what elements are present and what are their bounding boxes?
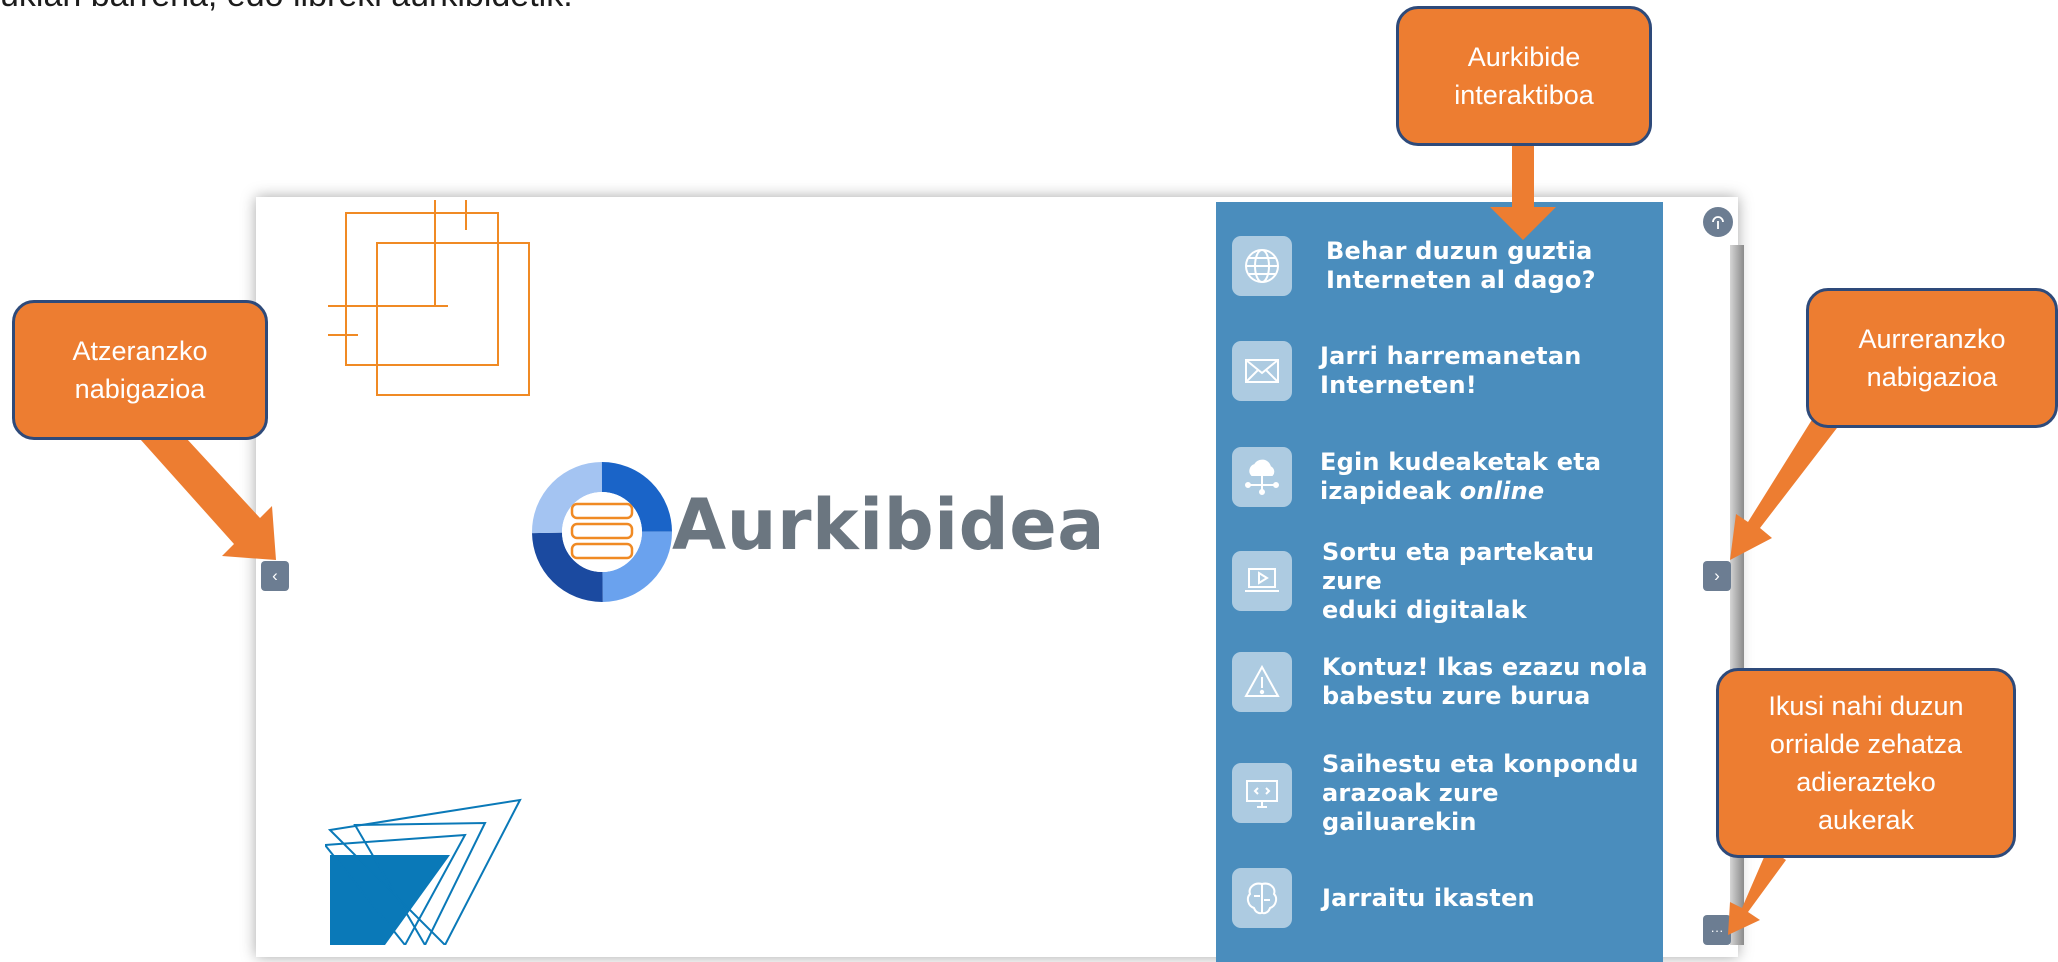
menu-item-label: Jarraitu ikasten [1322, 883, 1535, 912]
blue-triangles-decoration [325, 798, 522, 945]
menu-item-label: Saihestu eta konpondu arazoak zure gailua… [1322, 749, 1639, 836]
menu-item-security[interactable]: Kontuz! Ikas ezazu nola babestu zure buru… [1232, 647, 1652, 717]
chevron-right-icon: › [1714, 566, 1720, 585]
callout-back-navigation: Atzeranzko nabigazioa [12, 300, 268, 440]
menu-item-digital-content[interactable]: Sortu eta partekatu zure eduki digitalak [1232, 538, 1652, 624]
callout-forward-navigation: Aurreranzko nabigazioa [1806, 288, 2058, 428]
touch-icon [1712, 216, 1724, 229]
callout-page-options: Ikusi nahi duzun orrialde zehatza adierazt… [1716, 668, 2016, 858]
chevron-left-icon: ‹ [272, 566, 278, 585]
more-icon: ··· [1710, 922, 1724, 938]
globe-icon [1232, 236, 1292, 296]
callout-interactive-index: Aurkibide interaktiboa [1396, 6, 1652, 146]
next-page-button[interactable]: › [1703, 561, 1731, 591]
intro-text-fragment: ukian barrena, edo libreki aurkibidetik. [0, 0, 573, 15]
previous-page-button[interactable]: ‹ [261, 561, 289, 591]
menu-item-label: Egin kudeaketak eta izapideak online [1320, 448, 1602, 505]
menu-item-contact[interactable]: Jarri harremanetan Interneten! [1232, 336, 1652, 406]
touch-mode-button[interactable] [1703, 207, 1733, 237]
menu-item-device-problems[interactable]: Saihestu eta konpondu arazoak zure gailua… [1232, 750, 1652, 836]
envelope-icon [1232, 341, 1292, 401]
monitor-tools-icon [1232, 763, 1292, 823]
aurkibidea-logo-icon [532, 462, 672, 602]
menu-item-internet[interactable]: Behar duzun guztia Interneten al dago? [1232, 231, 1652, 301]
warning-icon [1232, 652, 1292, 712]
menu-item-online-procedures[interactable]: Egin kudeaketak eta izapideak online [1232, 442, 1652, 512]
logo-title: Aurkibidea [672, 484, 1105, 566]
menu-item-keep-learning[interactable]: Jarraitu ikasten [1232, 863, 1652, 933]
page-options-button[interactable]: ··· [1703, 915, 1731, 945]
menu-item-label: Sortu eta partekatu zure eduki digitalak [1322, 537, 1595, 624]
cloud-network-icon [1232, 447, 1292, 507]
menu-item-label: Jarri harremanetan Interneten! [1320, 342, 1582, 399]
menu-item-label: Kontuz! Ikas ezazu nola babestu zure buru… [1322, 653, 1648, 710]
laptop-video-icon [1232, 551, 1292, 611]
brain-icon [1232, 868, 1292, 928]
menu-item-label: Behar duzun guztia Interneten al dago? [1326, 237, 1596, 294]
